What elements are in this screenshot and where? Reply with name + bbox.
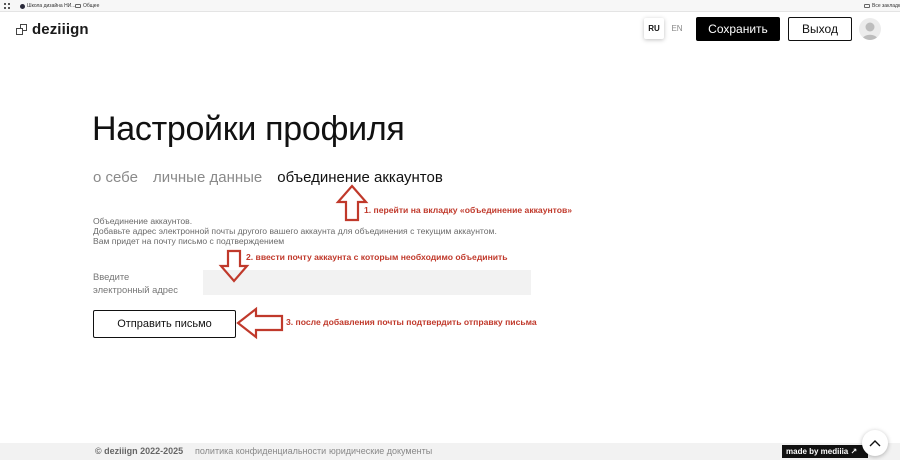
annotation-step-2: 2. ввести почту аккаунта с которым необх…: [246, 252, 508, 262]
email-label-line: электронный адрес: [93, 283, 178, 295]
annotation-step-3: 3. после добавления почты подтвердить от…: [286, 317, 537, 327]
favicon-icon: [20, 3, 25, 9]
bookmark-folder[interactable]: Общее: [75, 2, 99, 10]
bookmarks-bar: Школа дизайна НИ... Общее Все закладки: [0, 0, 900, 12]
folder-icon: [864, 4, 870, 8]
apps-grid-icon[interactable]: [4, 3, 10, 9]
privacy-policy-link[interactable]: политика конфиденциальности: [195, 446, 326, 457]
email-input[interactable]: [203, 270, 531, 295]
exit-button[interactable]: Выход: [788, 17, 852, 41]
tab-about[interactable]: о себе: [93, 168, 138, 188]
description-line: Вам придет на почту письмо с подтвержден…: [93, 236, 285, 246]
avatar[interactable]: [859, 18, 881, 40]
scroll-to-top-button[interactable]: [862, 430, 888, 456]
bookmark-item[interactable]: Школа дизайна НИ...: [20, 2, 75, 10]
profile-tabs: о себе личные данные объединение аккаунт…: [93, 168, 458, 188]
footer: © deziiign 2022-2025 политика конфиденци…: [0, 443, 900, 460]
email-label-line: Введите: [93, 271, 130, 282]
folder-icon: [75, 4, 81, 8]
save-button[interactable]: Сохранить: [696, 17, 780, 41]
arrow-down-icon: [218, 249, 250, 283]
logo-icon: [16, 24, 27, 35]
merge-description: Объединение аккаунтов. Добавьте адрес эл…: [93, 216, 497, 246]
all-bookmarks[interactable]: Все закладки: [864, 2, 900, 10]
user-silhouette-icon: [862, 22, 878, 40]
language-ru[interactable]: RU: [644, 18, 664, 39]
copyright: © deziiign 2022-2025: [95, 446, 184, 456]
description-line: Объединение аккаунтов.: [93, 216, 193, 226]
legal-documents-link[interactable]: юридические документы: [329, 446, 432, 457]
send-letter-button[interactable]: Отправить письмо: [93, 310, 236, 338]
tab-personal-data[interactable]: личные данные: [153, 168, 262, 188]
bookmark-label: Школа дизайна НИ...: [27, 3, 76, 9]
arrow-up-icon: [335, 184, 369, 222]
description-line: Добавьте адрес электронной почты другого…: [93, 226, 497, 236]
logo-text: deziiign: [32, 21, 89, 38]
page-title: Настройки профиля: [92, 110, 405, 148]
email-field-label: Введите электронный адрес: [93, 271, 178, 296]
logo[interactable]: deziiign: [16, 21, 89, 38]
made-by-link[interactable]: made by mediiia ↗: [782, 445, 868, 458]
chevron-up-icon: [869, 440, 881, 447]
all-bookmarks-label: Все закладки: [872, 3, 900, 9]
bookmark-label: Общее: [83, 3, 100, 9]
arrow-left-icon: [236, 306, 284, 340]
language-en[interactable]: EN: [667, 18, 687, 39]
annotation-step-1: 1. перейти на вкладку «объединение аккау…: [364, 205, 573, 215]
